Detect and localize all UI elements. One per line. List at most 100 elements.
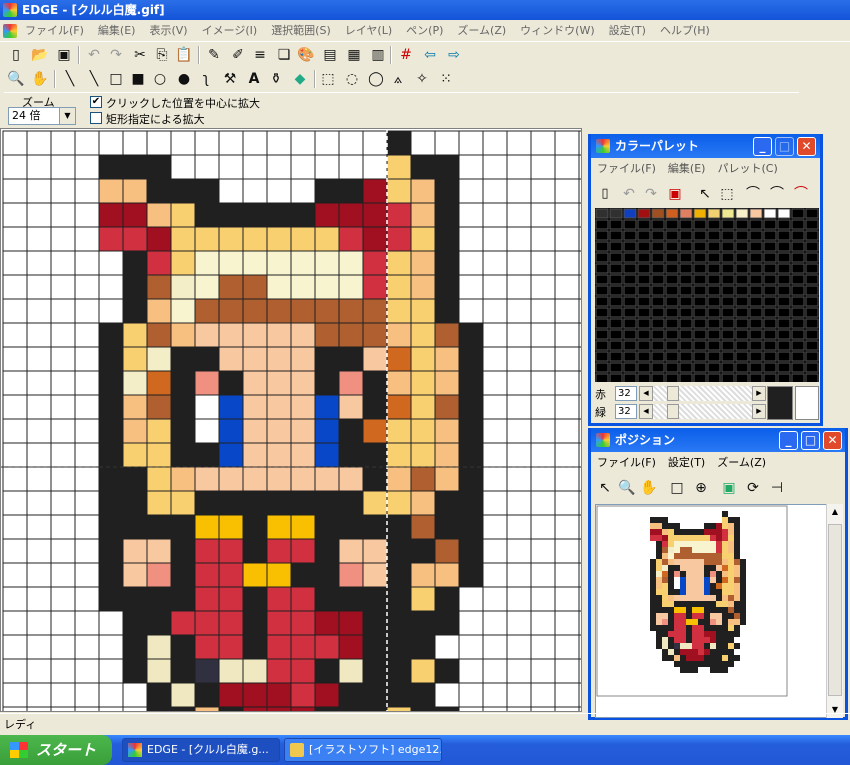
pixel-cell[interactable] <box>98 370 124 396</box>
palette-swatch[interactable] <box>637 362 651 373</box>
magic-wand-icon[interactable]: ✧ <box>412 69 432 89</box>
pixel-cell[interactable] <box>386 658 412 684</box>
pixel-cell[interactable] <box>50 538 76 564</box>
palette-swatch[interactable] <box>665 230 679 241</box>
pixel-cell[interactable] <box>218 706 244 712</box>
pixel-cell[interactable] <box>290 226 316 252</box>
palette-swatch[interactable] <box>707 219 721 230</box>
pixel-cell[interactable] <box>434 274 460 300</box>
pixel-cell[interactable] <box>290 634 316 660</box>
palette-swatch[interactable] <box>693 219 707 230</box>
palette-swatch[interactable] <box>763 274 777 285</box>
palette-swatch[interactable] <box>721 208 735 219</box>
pixel-cell[interactable] <box>98 514 124 540</box>
palette-swatch[interactable] <box>777 340 791 351</box>
pixel-cell[interactable] <box>2 346 28 372</box>
pixel-cell[interactable] <box>2 658 28 684</box>
cut-icon[interactable]: ✂ <box>130 45 150 65</box>
pixel-cell[interactable] <box>434 466 460 492</box>
pixel-cell[interactable] <box>218 130 244 156</box>
pixel-cell[interactable] <box>146 658 172 684</box>
pencil-icon[interactable]: ╲ <box>60 69 80 89</box>
palette-swatch[interactable] <box>721 285 735 296</box>
pixel-cell[interactable] <box>266 418 292 444</box>
pixel-cell[interactable] <box>314 514 340 540</box>
pixel-cell[interactable] <box>434 322 460 348</box>
pixel-cell[interactable] <box>554 274 580 300</box>
palette-swatch[interactable] <box>735 274 749 285</box>
palette-swatch[interactable] <box>623 351 637 362</box>
palette-swatch[interactable] <box>595 208 609 219</box>
pixel-cell[interactable] <box>482 178 508 204</box>
menu-settings[interactable]: 設定(T) <box>602 20 653 42</box>
pixel-cell[interactable] <box>122 274 148 300</box>
pixel-cell[interactable] <box>554 346 580 372</box>
palette-swatch[interactable] <box>763 208 777 219</box>
pixel-cell[interactable] <box>146 442 172 468</box>
pixel-cell[interactable] <box>122 658 148 684</box>
palette-swatch[interactable] <box>777 263 791 274</box>
pixel-cell[interactable] <box>410 298 436 324</box>
pixel-cell[interactable] <box>170 250 196 276</box>
palette-swatch[interactable] <box>637 263 651 274</box>
pixel-cell[interactable] <box>242 226 268 252</box>
pixel-cell[interactable] <box>482 130 508 156</box>
pixel-cell[interactable] <box>194 682 220 708</box>
pixel-cell[interactable] <box>290 250 316 276</box>
palette-swatch[interactable] <box>679 318 693 329</box>
pixel-cell[interactable] <box>50 202 76 228</box>
pixel-cell[interactable] <box>314 298 340 324</box>
pixel-cell[interactable] <box>242 610 268 636</box>
pixel-cell[interactable] <box>314 394 340 420</box>
background-color-swatch[interactable] <box>795 386 819 420</box>
palette-swatch[interactable] <box>665 263 679 274</box>
pixel-cell[interactable] <box>554 442 580 468</box>
pixel-cell[interactable] <box>194 346 220 372</box>
palette-swatch[interactable] <box>763 307 777 318</box>
palette-swatch[interactable] <box>665 219 679 230</box>
pixel-cell[interactable] <box>362 250 388 276</box>
palette-swatch[interactable] <box>707 351 721 362</box>
pixel-cell[interactable] <box>338 658 364 684</box>
pixel-cell[interactable] <box>410 154 436 180</box>
palette-swatch[interactable] <box>595 285 609 296</box>
pixel-cell[interactable] <box>194 370 220 396</box>
pixel-cell[interactable] <box>266 706 292 712</box>
pixel-cell[interactable] <box>194 202 220 228</box>
pixel-cell[interactable] <box>554 538 580 564</box>
palette-swatch[interactable] <box>693 241 707 252</box>
palette-swatch[interactable] <box>595 362 609 373</box>
pixel-cell[interactable] <box>458 394 484 420</box>
palette-swatch[interactable] <box>623 208 637 219</box>
pixel-cell[interactable] <box>362 178 388 204</box>
palette-swatch[interactable] <box>637 230 651 241</box>
pixel-cell[interactable] <box>266 298 292 324</box>
palette-swatch[interactable] <box>609 296 623 307</box>
image-icon[interactable]: ▣ <box>719 478 739 498</box>
pixel-cell[interactable] <box>122 346 148 372</box>
pixel-cell[interactable] <box>218 370 244 396</box>
pixel-cell[interactable] <box>338 394 364 420</box>
palette-swatch[interactable] <box>749 263 763 274</box>
pixel-cell[interactable] <box>122 322 148 348</box>
pixel-cell[interactable] <box>458 442 484 468</box>
palette-swatch[interactable] <box>763 252 777 263</box>
pixel-cell[interactable] <box>314 538 340 564</box>
pixel-cell[interactable] <box>242 442 268 468</box>
pixel-cell[interactable] <box>26 610 52 636</box>
pixel-cell[interactable] <box>482 394 508 420</box>
palette-swatch[interactable] <box>651 219 665 230</box>
pixel-cell[interactable] <box>194 178 220 204</box>
palette-swatch[interactable] <box>805 318 819 329</box>
pixel-cell[interactable] <box>122 394 148 420</box>
pixel-cell[interactable] <box>26 346 52 372</box>
pixel-cell[interactable] <box>218 562 244 588</box>
pixel-cell[interactable] <box>434 610 460 636</box>
palette-swatch[interactable] <box>595 241 609 252</box>
scroll-up-icon[interactable]: ▲ <box>828 505 842 519</box>
palette-swatch[interactable] <box>777 318 791 329</box>
pixel-cell[interactable] <box>218 178 244 204</box>
pixel-cell[interactable] <box>98 634 124 660</box>
minimize-button[interactable]: _ <box>753 137 772 156</box>
pixel-cell[interactable] <box>290 586 316 612</box>
